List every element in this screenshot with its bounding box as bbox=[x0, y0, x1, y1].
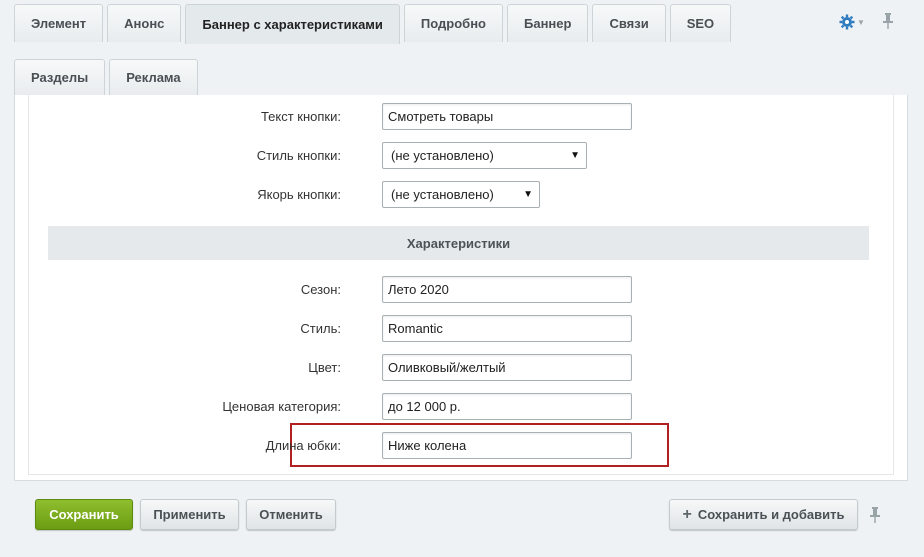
tab-banner-characteristics[interactable]: Баннер с характеристиками bbox=[185, 4, 400, 44]
section-heading-characteristics: Характеристики bbox=[48, 226, 869, 260]
color-input[interactable]: Оливковый/желтый bbox=[382, 354, 632, 381]
tab-announce[interactable]: Анонс bbox=[107, 4, 182, 42]
tab-seo[interactable]: SEO bbox=[669, 4, 732, 42]
settings-menu[interactable]: ▼ bbox=[839, 14, 865, 30]
pin-icon[interactable] bbox=[882, 12, 894, 30]
gear-icon bbox=[839, 14, 855, 30]
save-and-add-button[interactable]: + Сохранить и добавить bbox=[669, 499, 858, 530]
style-label: Стиль: bbox=[300, 321, 341, 336]
form-body: Текст кнопки: Смотреть товары Стиль кноп… bbox=[28, 95, 894, 475]
skirt-length-input[interactable]: Ниже колена bbox=[382, 432, 632, 459]
tab-details[interactable]: Подробно bbox=[403, 4, 503, 42]
form-row-button-text: Текст кнопки: Смотреть товары bbox=[29, 103, 893, 131]
form-row-color: Цвет: Оливковый/желтый bbox=[29, 354, 893, 382]
color-label: Цвет: bbox=[308, 360, 341, 375]
tabs-primary: Элемент Анонс Баннер с характеристиками … bbox=[14, 4, 732, 44]
dropdown-arrow-icon: ▼ bbox=[523, 189, 533, 200]
form-row-skirt-length: Длина юбки: Ниже колена bbox=[29, 432, 893, 460]
plus-icon: + bbox=[682, 505, 692, 523]
season-label: Сезон: bbox=[300, 282, 341, 297]
form-row-season: Сезон: Лето 2020 bbox=[29, 276, 893, 304]
button-anchor-select[interactable]: (не установлено) ▼ bbox=[382, 181, 540, 208]
apply-button[interactable]: Применить bbox=[140, 499, 239, 530]
style-input[interactable]: Romantic bbox=[382, 315, 632, 342]
tab-advertising[interactable]: Реклама bbox=[109, 59, 198, 95]
form-row-style: Стиль: Romantic bbox=[29, 315, 893, 343]
tabs-secondary: Разделы Реклама bbox=[14, 59, 198, 95]
dropdown-arrow-icon: ▼ bbox=[570, 150, 580, 161]
skirt-length-label: Длина юбки: bbox=[265, 438, 341, 453]
form-row-price-category: Ценовая категория: до 12 000 р. bbox=[29, 393, 893, 421]
button-style-select[interactable]: (не установлено) ▼ bbox=[382, 142, 587, 169]
button-style-label: Стиль кнопки: bbox=[256, 148, 341, 163]
button-text-label: Текст кнопки: bbox=[260, 109, 341, 124]
form-row-button-style: Стиль кнопки: (не установлено) ▼ bbox=[29, 142, 893, 170]
price-category-input[interactable]: до 12 000 р. bbox=[382, 393, 632, 420]
season-input[interactable]: Лето 2020 bbox=[382, 276, 632, 303]
tab-sections[interactable]: Разделы bbox=[14, 59, 106, 95]
price-category-label: Ценовая категория: bbox=[222, 399, 341, 414]
pin-icon[interactable] bbox=[869, 506, 881, 524]
chevron-down-icon: ▼ bbox=[857, 17, 865, 27]
tab-banner[interactable]: Баннер bbox=[507, 4, 589, 42]
save-button[interactable]: Сохранить bbox=[35, 499, 133, 530]
cancel-button[interactable]: Отменить bbox=[246, 499, 336, 530]
button-anchor-value: (не установлено) bbox=[391, 187, 494, 202]
tab-element[interactable]: Элемент bbox=[14, 4, 104, 42]
button-text-input[interactable]: Смотреть товары bbox=[382, 103, 632, 130]
save-and-add-label: Сохранить и добавить bbox=[697, 507, 845, 522]
tab-links[interactable]: Связи bbox=[592, 4, 666, 42]
button-style-value: (не установлено) bbox=[391, 148, 494, 163]
form-row-button-anchor: Якорь кнопки: (не установлено) ▼ bbox=[29, 181, 893, 209]
form-panel: Текст кнопки: Смотреть товары Стиль кноп… bbox=[14, 95, 908, 481]
button-anchor-label: Якорь кнопки: bbox=[257, 187, 341, 202]
